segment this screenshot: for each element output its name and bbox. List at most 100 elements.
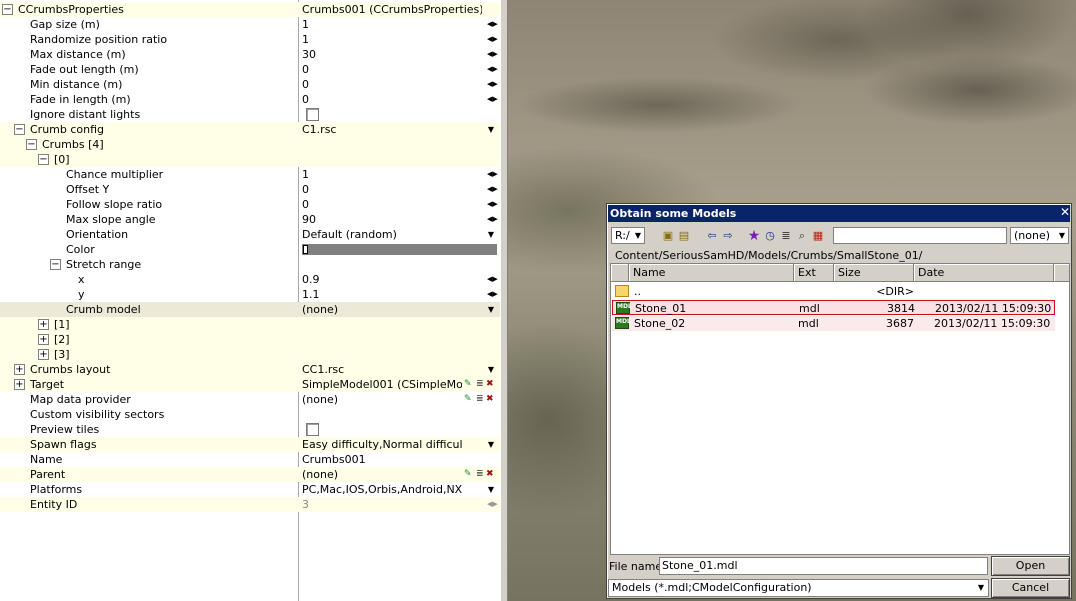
spin-arrows-icon[interactable]: ◀▶ bbox=[487, 92, 498, 107]
list-view-icon[interactable]: ≣ bbox=[779, 229, 793, 243]
property-row[interactable]: + Crumbs layout CC1.rsc ▼ bbox=[0, 362, 500, 377]
property-row[interactable]: Crumb model (none) ▼ bbox=[0, 302, 500, 317]
filter-combo[interactable]: (none) ▼ bbox=[1010, 227, 1069, 244]
collapse-icon[interactable]: − bbox=[14, 124, 25, 135]
property-row[interactable]: Parent (none) ✎ ≣ ✖ bbox=[0, 467, 500, 482]
cancel-button[interactable]: Cancel bbox=[991, 578, 1070, 598]
spin-arrows-icon[interactable]: ◀▶ bbox=[487, 182, 498, 197]
spin-arrows-icon[interactable]: ◀▶ bbox=[487, 167, 498, 182]
expand-icon[interactable]: + bbox=[14, 379, 25, 390]
property-value[interactable]: 0 bbox=[302, 62, 482, 77]
property-checkbox[interactable] bbox=[306, 108, 319, 121]
property-value[interactable]: 1 bbox=[302, 17, 482, 32]
expand-icon[interactable]: + bbox=[14, 364, 25, 375]
property-value[interactable]: SimpleModel001 (CSimpleMode... bbox=[302, 377, 462, 392]
property-value[interactable]: Easy difficulty,Normal difficulty,Har... bbox=[302, 437, 462, 452]
property-value[interactable]: 0 bbox=[302, 92, 482, 107]
property-row[interactable]: Fade in length (m) 0 ◀▶ bbox=[0, 92, 500, 107]
browse-list-icon[interactable]: ≣ bbox=[476, 467, 484, 482]
property-value[interactable]: (none) bbox=[302, 302, 462, 317]
expand-icon[interactable]: + bbox=[38, 319, 49, 330]
browse-list-icon[interactable]: ≣ bbox=[476, 377, 484, 392]
property-value[interactable]: 0 bbox=[302, 182, 482, 197]
property-value[interactable]: PC,Mac,IOS,Orbis,Android,NX,Dura... bbox=[302, 482, 462, 497]
property-value[interactable]: 90 bbox=[302, 212, 482, 227]
file-row[interactable]: MDL Stone_01 mdl 3814 2013/02/11 15:09:30 bbox=[612, 300, 1055, 315]
property-value[interactable]: 1 bbox=[302, 167, 482, 182]
property-value[interactable] bbox=[302, 137, 482, 152]
pick-pencil-icon[interactable]: ✎ bbox=[464, 467, 472, 482]
property-value[interactable]: 30 bbox=[302, 47, 482, 62]
property-value[interactable] bbox=[302, 257, 482, 272]
collapse-icon[interactable]: − bbox=[26, 139, 37, 150]
property-row[interactable]: Fade out length (m) 0 ◀▶ bbox=[0, 62, 500, 77]
collapse-icon[interactable]: − bbox=[2, 4, 13, 15]
open-button[interactable]: Open bbox=[991, 556, 1070, 576]
property-row[interactable]: + Target SimpleModel001 (CSimpleMode...✎ ≣✖ bbox=[0, 377, 500, 392]
favorite-star-icon[interactable]: ★ bbox=[747, 229, 761, 243]
property-row[interactable]: Platforms PC,Mac,IOS,Orbis,Android,NX,Dur… bbox=[0, 482, 500, 497]
property-row[interactable]: Chance multiplier 1 ◀▶ bbox=[0, 167, 500, 182]
clear-x-icon[interactable]: ✖ bbox=[486, 467, 494, 482]
property-row[interactable]: Entity ID 3 ◀▶ bbox=[0, 497, 500, 512]
property-value[interactable] bbox=[302, 347, 482, 362]
spin-arrows-icon[interactable]: ◀▶ bbox=[487, 197, 498, 212]
dropdown-arrow-icon[interactable]: ▼ bbox=[485, 122, 497, 137]
property-checkbox[interactable] bbox=[306, 423, 319, 436]
folder-up-icon[interactable]: ▤ bbox=[677, 229, 691, 243]
property-value[interactable]: 1 bbox=[302, 32, 482, 47]
property-row[interactable]: + [2] bbox=[0, 332, 500, 347]
property-row[interactable]: Name Crumbs001 bbox=[0, 452, 500, 467]
dropdown-arrow-icon[interactable]: ▼ bbox=[485, 302, 497, 317]
property-value[interactable]: Crumbs001 (CCrumbsProperties) bbox=[302, 2, 482, 17]
spin-arrows-icon[interactable]: ◀▶ bbox=[487, 287, 498, 302]
file-type-select[interactable]: Models (*.mdl;CModelConfiguration) ▼ bbox=[608, 579, 989, 597]
color-swatch[interactable] bbox=[302, 244, 497, 255]
property-row[interactable]: Offset Y 0 ◀▶ bbox=[0, 182, 500, 197]
collapse-icon[interactable]: − bbox=[50, 259, 61, 270]
property-row[interactable]: Orientation Default (random) ▼ bbox=[0, 227, 500, 242]
property-row[interactable]: Gap size (m) 1 ◀▶ bbox=[0, 17, 500, 32]
spin-arrows-icon[interactable]: ◀▶ bbox=[487, 17, 498, 32]
file-row[interactable]: MDL Stone_02 mdl 3687 2013/02/11 15:09:30 bbox=[612, 316, 1055, 331]
spin-arrows-icon[interactable]: ◀▶ bbox=[487, 497, 498, 512]
browse-list-icon[interactable]: ≣ bbox=[476, 392, 484, 407]
dropdown-arrow-icon[interactable]: ▼ bbox=[485, 227, 497, 242]
property-value[interactable] bbox=[302, 407, 482, 422]
pick-pencil-icon[interactable]: ✎ bbox=[464, 392, 472, 407]
property-row[interactable]: Max slope angle 90 ◀▶ bbox=[0, 212, 500, 227]
clear-x-icon[interactable]: ✖ bbox=[486, 377, 494, 392]
pick-pencil-icon[interactable]: ✎ bbox=[464, 377, 472, 392]
property-value[interactable]: 0 bbox=[302, 77, 482, 92]
spin-arrows-icon[interactable]: ◀▶ bbox=[487, 47, 498, 62]
property-row[interactable]: Custom visibility sectors bbox=[0, 407, 500, 422]
forward-arrow-icon[interactable]: ⇨ bbox=[721, 229, 735, 243]
column-header-date[interactable]: Date bbox=[914, 264, 1054, 282]
property-value[interactable]: C1.rsc bbox=[302, 122, 462, 137]
property-row[interactable]: + [1] bbox=[0, 317, 500, 332]
property-row[interactable]: Map data provider (none) ✎ ≣ ✖ bbox=[0, 392, 500, 407]
dropdown-arrow-icon[interactable]: ▼ bbox=[485, 482, 497, 497]
search-icon[interactable]: ⌕ bbox=[795, 229, 809, 243]
spin-arrows-icon[interactable]: ◀▶ bbox=[487, 62, 498, 77]
spin-arrows-icon[interactable]: ◀▶ bbox=[487, 212, 498, 227]
clear-x-icon[interactable]: ✖ bbox=[486, 392, 494, 407]
spin-arrows-icon[interactable]: ◀▶ bbox=[487, 77, 498, 92]
property-value[interactable]: Crumbs001 bbox=[302, 452, 482, 467]
back-arrow-icon[interactable]: ⇦ bbox=[705, 229, 719, 243]
column-header-ext[interactable]: Ext bbox=[794, 264, 834, 282]
history-clock-icon[interactable]: ◷ bbox=[763, 229, 777, 243]
dropdown-arrow-icon[interactable]: ▼ bbox=[485, 362, 497, 377]
property-row[interactable]: Randomize position ratio 1 ◀▶ bbox=[0, 32, 500, 47]
splitter[interactable] bbox=[500, 0, 508, 601]
property-row[interactable]: − Crumbs [4] bbox=[0, 137, 500, 152]
folder-new-icon[interactable]: ▣ bbox=[661, 229, 675, 243]
property-value[interactable]: (none) bbox=[302, 467, 462, 482]
property-row[interactable]: x 0.9 ◀▶ bbox=[0, 272, 500, 287]
property-value[interactable] bbox=[302, 152, 482, 167]
property-row[interactable]: − [0] bbox=[0, 152, 500, 167]
property-value[interactable]: 0.9 bbox=[302, 272, 482, 287]
column-header-icon[interactable] bbox=[611, 264, 629, 282]
property-row[interactable]: − CCrumbsProperties Crumbs001 (CCrumbsProp… bbox=[0, 2, 500, 17]
file-row[interactable]: .. <DIR> bbox=[612, 284, 1055, 299]
